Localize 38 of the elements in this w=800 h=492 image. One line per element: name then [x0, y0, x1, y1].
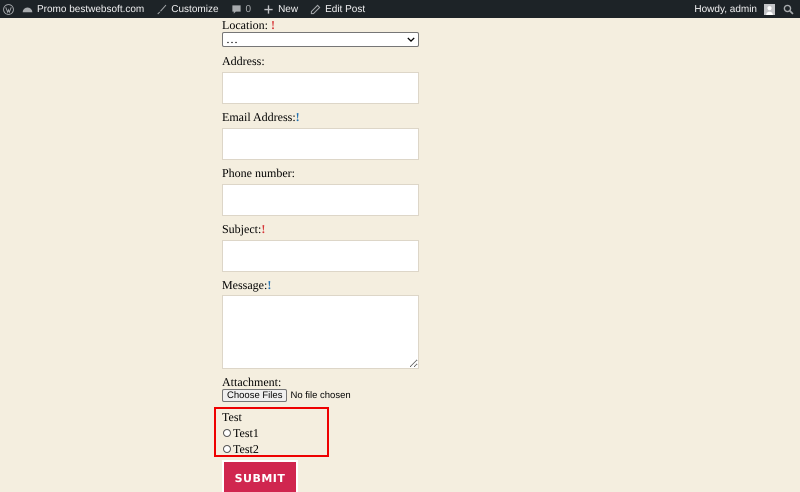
- choose-files-button[interactable]: Choose Files: [222, 388, 288, 402]
- required-mark: !: [261, 222, 266, 236]
- radio-option[interactable]: Test1: [222, 425, 327, 441]
- field-label: Phone number:: [222, 166, 295, 180]
- input-field[interactable]: [222, 240, 419, 272]
- radio-option[interactable]: Test2: [222, 441, 327, 457]
- input-field[interactable]: [222, 184, 419, 216]
- chevron-down-icon: [407, 37, 415, 42]
- pencil-icon: [310, 4, 322, 14]
- edit-post-link[interactable]: Edit Post: [310, 4, 366, 14]
- radio-button[interactable]: [223, 445, 231, 453]
- required-mark: !: [267, 278, 272, 292]
- avatar-icon: [764, 4, 775, 14]
- message-field[interactable]: [222, 295, 419, 369]
- required-mark: !: [270, 18, 275, 32]
- input-field[interactable]: [222, 128, 419, 160]
- field-label: Subject:: [222, 222, 262, 236]
- plus-icon: [263, 4, 274, 14]
- group-label: Test: [222, 410, 243, 425]
- radio-button[interactable]: [223, 429, 231, 437]
- field-label: Location:: [222, 18, 268, 32]
- speech-bubble-icon: [230, 4, 242, 14]
- location-select[interactable]: …: [222, 32, 419, 47]
- account-link[interactable]: Howdy, admin: [694, 4, 775, 14]
- customize-link[interactable]: Customize: [156, 4, 219, 14]
- field-label: Address:: [222, 54, 265, 68]
- comments-link[interactable]: 0: [230, 4, 252, 14]
- site-link[interactable]: Promo bestwebsoft.com: [22, 4, 144, 14]
- field-label: Attachment:: [222, 376, 282, 389]
- search-icon[interactable]: [783, 4, 794, 14]
- submit-button[interactable]: SUBMIT: [222, 460, 298, 492]
- field-label: Email Address:: [222, 110, 296, 124]
- new-link[interactable]: New: [263, 4, 298, 14]
- field-label: Message:: [222, 278, 268, 292]
- input-field[interactable]: [222, 72, 419, 104]
- wordpress-logo-icon[interactable]: [3, 4, 14, 14]
- required-mark: !: [296, 110, 300, 124]
- file-status: No file chosen: [290, 390, 351, 400]
